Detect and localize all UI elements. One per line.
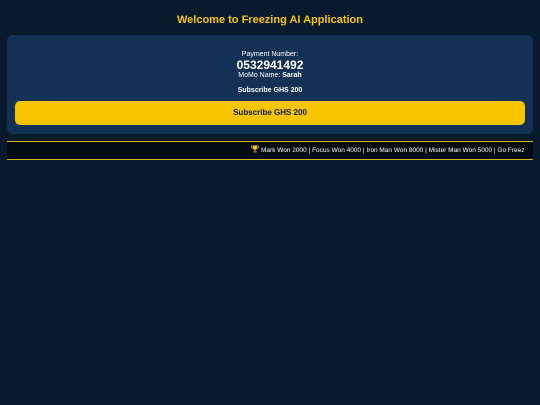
momo-name-value: Sarah [282, 72, 302, 79]
subscribe-button[interactable]: Subscribe GHS 200 [15, 101, 525, 125]
momo-name-line: MoMo Name: Sarah [7, 71, 533, 80]
momo-name-label: MoMo Name: [238, 72, 281, 79]
page-title: Welcome to Freezing AI Application [176, 14, 363, 26]
payment-card: Payment Number: 0532941492 MoMo Name: Sa… [7, 35, 533, 134]
trophy-icon [251, 145, 259, 153]
ticker-text: Mark Won 2000 | Focus Won 4000 | Iron Ma… [261, 147, 525, 154]
subscription-price-text: Subscribe GHS 200 [237, 87, 303, 94]
ticker-content: Mark Won 2000 | Focus Won 4000 | Iron Ma… [251, 142, 525, 159]
app-page: Welcome to Freezing AI Application Payme… [0, 0, 540, 405]
winners-ticker: Mark Won 2000 | Focus Won 4000 | Iron Ma… [7, 141, 533, 160]
payment-number: 0532941492 [236, 58, 304, 72]
